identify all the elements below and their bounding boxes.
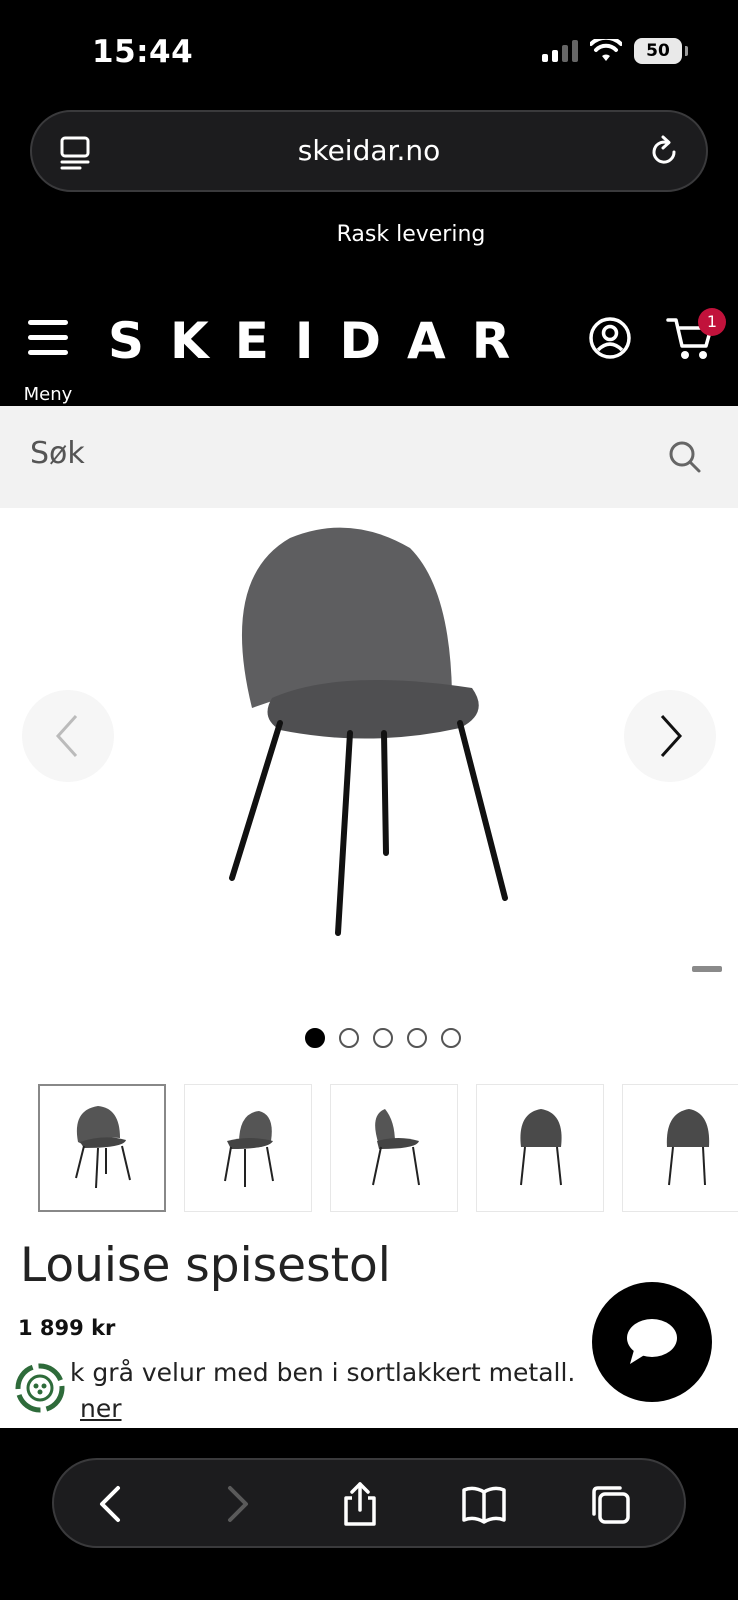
search-bar[interactable]: Søk — [0, 406, 738, 508]
thumbnail-chair-back[interactable] — [476, 1084, 604, 1212]
gallery-dot[interactable] — [339, 1028, 359, 1048]
thumbnail-chair-side-angle[interactable] — [184, 1084, 312, 1212]
read-more-link[interactable]: ner — [80, 1394, 122, 1423]
gallery-dot[interactable] — [305, 1028, 325, 1048]
gallery-dot[interactable] — [373, 1028, 393, 1048]
gallery-dot[interactable] — [407, 1028, 427, 1048]
account-icon[interactable] — [588, 316, 632, 360]
gallery-next-button[interactable] — [624, 690, 716, 782]
bookmarks-icon[interactable] — [462, 1482, 506, 1526]
menu-button[interactable]: Meny — [22, 320, 74, 405]
product-gallery[interactable] — [0, 508, 738, 1008]
tabs-icon[interactable] — [588, 1482, 632, 1526]
menu-label: Meny — [23, 384, 73, 405]
browser-bottom-bar — [0, 1428, 738, 1600]
reload-icon[interactable] — [646, 134, 682, 170]
cart-count-badge: 1 — [698, 308, 726, 336]
forward-icon[interactable] — [214, 1482, 258, 1526]
site-logo[interactable]: SKEIDAR — [108, 312, 536, 370]
chat-bubble-icon — [627, 1319, 677, 1364]
site-header: Meny SKEIDAR 1 — [0, 300, 738, 406]
product-description: k grå velur med ben i sortlakkert metall… — [70, 1358, 576, 1387]
address-bar[interactable]: skeidar.no — [30, 110, 708, 192]
thumbnail-chair-side[interactable] — [330, 1084, 458, 1212]
gallery-dots — [0, 1028, 738, 1048]
chevron-left-icon — [55, 714, 78, 758]
product-price: 1 899 kr — [18, 1316, 116, 1340]
thumbnail-chair-back-angle[interactable] — [622, 1084, 738, 1212]
eco-recycle-icon[interactable] — [12, 1360, 68, 1416]
product-image-chair[interactable] — [190, 518, 550, 958]
status-icons: 50 — [542, 38, 688, 64]
gallery-scroll-indicator — [692, 966, 722, 972]
search-icon[interactable] — [668, 440, 702, 474]
promo-banner: Rask levering — [336, 222, 486, 247]
battery-icon: 50 — [634, 38, 688, 64]
gallery-prev-button[interactable] — [22, 690, 114, 782]
wifi-icon — [590, 39, 622, 61]
chat-button[interactable] — [592, 1282, 712, 1402]
search-input[interactable]: Søk — [30, 436, 85, 471]
gallery-dot[interactable] — [441, 1028, 461, 1048]
thumbnail-chair-front-angle[interactable] — [38, 1084, 166, 1212]
chevron-right-icon — [660, 714, 683, 758]
product-page: Louise spisestol 1 899 kr k grå velur me… — [0, 508, 738, 1428]
thumbnail-strip — [38, 1084, 738, 1212]
hamburger-icon — [28, 320, 68, 365]
product-title: Louise spisestol — [20, 1238, 391, 1293]
status-time: 15:44 — [92, 34, 194, 70]
back-icon[interactable] — [90, 1482, 134, 1526]
url-text[interactable]: skeidar.no — [32, 134, 706, 167]
share-icon[interactable] — [338, 1482, 382, 1526]
browser-toolbar — [52, 1458, 686, 1548]
cellular-signal-icon — [542, 40, 578, 62]
status-bar: 15:44 50 — [0, 0, 738, 108]
